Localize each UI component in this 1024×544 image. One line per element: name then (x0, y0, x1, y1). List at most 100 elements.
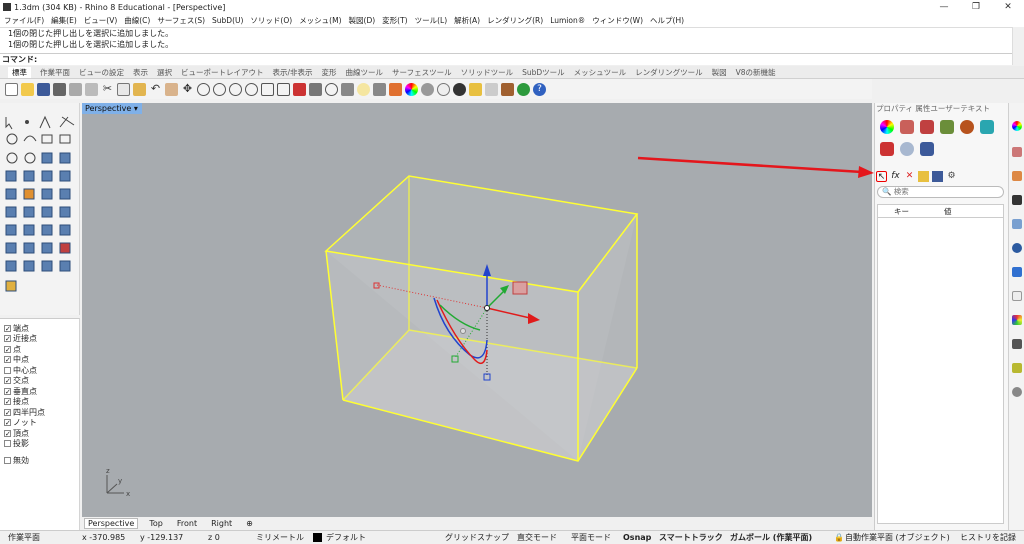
add-viewport-tab[interactable]: ⊕ (243, 519, 256, 528)
tab-display[interactable]: 表示 (133, 67, 148, 78)
tab-set-view[interactable]: ビューの設定 (79, 67, 124, 78)
layers-strip-icon[interactable] (1012, 147, 1022, 157)
viewport-layout-icon[interactable] (277, 82, 290, 96)
status-units[interactable]: ミリメートル (256, 532, 304, 544)
zoom-window-icon[interactable] (229, 82, 242, 96)
left-tool-icons[interactable] (0, 103, 80, 315)
materials-strip-icon[interactable] (1012, 171, 1022, 181)
menu-analyze[interactable]: 解析(A) (454, 15, 480, 26)
car-icon[interactable] (293, 82, 306, 96)
osnap-mid[interactable]: ✓ 中点 (0, 355, 79, 366)
viewport-tab-top[interactable]: Top (146, 519, 166, 528)
viewport-tab-right[interactable]: Right (208, 519, 235, 528)
planar-toggle[interactable]: 平面モード (571, 532, 611, 544)
osnap-near[interactable]: ✓ 近接点 (0, 334, 79, 345)
column-value[interactable]: 値 (924, 205, 952, 217)
osnap-end[interactable]: ✓ 端点 (0, 323, 79, 334)
status-cplane[interactable]: 作業平面 (8, 532, 40, 544)
folder-icon[interactable] (918, 170, 929, 182)
smarttrack-toggle[interactable]: スマートトラック (659, 532, 723, 544)
menu-solid[interactable]: ソリッド(O) (250, 15, 292, 26)
sphere-map-icon[interactable] (960, 120, 974, 134)
osnap-perpendicular[interactable]: ✓ 垂直点 (0, 386, 79, 397)
paste-icon[interactable] (133, 82, 146, 96)
gumball-toggle[interactable]: ガムボール (作業平面) (730, 532, 812, 544)
save-text-icon[interactable] (932, 170, 943, 182)
osnap-vertex[interactable]: ✓ 頂点 (0, 428, 79, 439)
settings-icon[interactable]: ⚙ (946, 171, 957, 182)
osnap-checkbox[interactable] (4, 366, 11, 374)
link-strip-icon[interactable] (1012, 387, 1022, 397)
command-prompt[interactable]: コマンド: (0, 53, 1012, 65)
render-sphere-icon[interactable] (437, 82, 450, 96)
material-icon[interactable] (421, 82, 434, 96)
delete-icon[interactable]: ✕ (904, 171, 915, 182)
osnap-point[interactable]: ✓ 点 (0, 344, 79, 355)
pan-icon[interactable] (165, 82, 178, 96)
tab-surface-tools[interactable]: サーフェスツール (392, 67, 452, 78)
viewport-tab-front[interactable]: Front (174, 519, 200, 528)
panel-tabs[interactable]: プロパティ 属性ユーザーテキスト (876, 103, 1006, 114)
osnap-tangent[interactable]: ✓ 接点 (0, 397, 79, 408)
cut-icon[interactable]: ✂ (101, 82, 114, 96)
menu-window[interactable]: ウィンドウ(W) (592, 15, 643, 26)
osnap-checkbox[interactable] (4, 456, 11, 464)
copy-icon[interactable] (117, 82, 130, 96)
layer-color-swatch[interactable] (313, 533, 322, 542)
tab-transform[interactable]: 変形 (322, 67, 337, 78)
menu-surface[interactable]: サーフェス(S) (157, 15, 205, 26)
snapshot-icon[interactable] (485, 82, 498, 96)
maximize-button[interactable]: ❐ (960, 0, 992, 14)
menu-edit[interactable]: 編集(E) (51, 15, 77, 26)
close-button[interactable]: ✕ (992, 0, 1024, 14)
libraries-strip-icon[interactable] (1012, 291, 1022, 301)
menu-subd[interactable]: SubD(U) (212, 16, 243, 25)
select-icon[interactable] (341, 82, 354, 96)
grasshopper-icon[interactable] (517, 82, 530, 96)
toolbox-icon[interactable] (880, 142, 894, 156)
viewport-tab-perspective[interactable]: Perspective (84, 517, 139, 529)
save-icon[interactable] (37, 82, 50, 96)
tab-visibility[interactable]: 表示/非表示 (273, 67, 313, 78)
menu-mesh[interactable]: メッシュ(M) (299, 15, 341, 26)
osnap-knot[interactable]: ✓ ノット (0, 418, 79, 429)
environment-icon[interactable] (453, 82, 466, 96)
column-key[interactable]: キー (878, 205, 924, 217)
tab-subd-tools[interactable]: SubDツール (522, 67, 565, 78)
new-file-icon[interactable] (5, 82, 18, 96)
osnap-checkbox[interactable]: ✓ (4, 324, 11, 332)
tab-mesh-tools[interactable]: メッシュツール (574, 67, 627, 78)
zoom-selected-icon[interactable] (245, 82, 258, 96)
osnap-center[interactable]: 中心点 (0, 365, 79, 376)
zoom-icon[interactable] (197, 82, 210, 96)
osnap-checkbox[interactable]: ✓ (4, 345, 11, 353)
osnap-checkbox[interactable]: ✓ (4, 429, 11, 437)
lights-strip-icon[interactable] (1012, 267, 1022, 277)
light-bulb-icon[interactable] (357, 82, 370, 96)
user-text-table[interactable]: キー 値 (877, 204, 1004, 524)
camera-strip-icon[interactable] (1012, 339, 1022, 349)
status-layer[interactable]: デフォルト (326, 532, 366, 544)
osnap-checkbox[interactable] (4, 440, 11, 448)
open-file-icon[interactable] (21, 82, 34, 96)
environment-strip-icon[interactable] (1012, 243, 1022, 253)
tab-viewport-layout[interactable]: ビューポートレイアウト (181, 67, 264, 78)
osnap-checkbox[interactable]: ✓ (4, 377, 11, 385)
osnap-toggle[interactable]: Osnap (623, 532, 651, 544)
render-strip-icon[interactable] (1012, 219, 1022, 229)
ortho-toggle[interactable]: 直交モード (517, 532, 557, 544)
print-icon[interactable] (53, 82, 66, 96)
command-scrollbar[interactable] (1012, 27, 1024, 65)
osnap-disable[interactable]: 無効 (0, 455, 79, 466)
properties-strip-icon[interactable] (1012, 121, 1022, 131)
menu-transform[interactable]: 変形(T) (382, 15, 407, 26)
osnap-checkbox[interactable]: ✓ (4, 408, 11, 416)
texture-icon[interactable] (920, 120, 934, 134)
export-icon[interactable] (85, 82, 98, 96)
menu-view[interactable]: ビュー(V) (84, 15, 117, 26)
chevron-down-icon[interactable]: ▾ (134, 104, 138, 113)
menu-help[interactable]: ヘルプ(H) (650, 15, 684, 26)
fx-button[interactable]: fx (890, 171, 901, 182)
osnap-intersection[interactable]: ✓ 交点 (0, 376, 79, 387)
osnap-checkbox[interactable]: ✓ (4, 335, 11, 343)
